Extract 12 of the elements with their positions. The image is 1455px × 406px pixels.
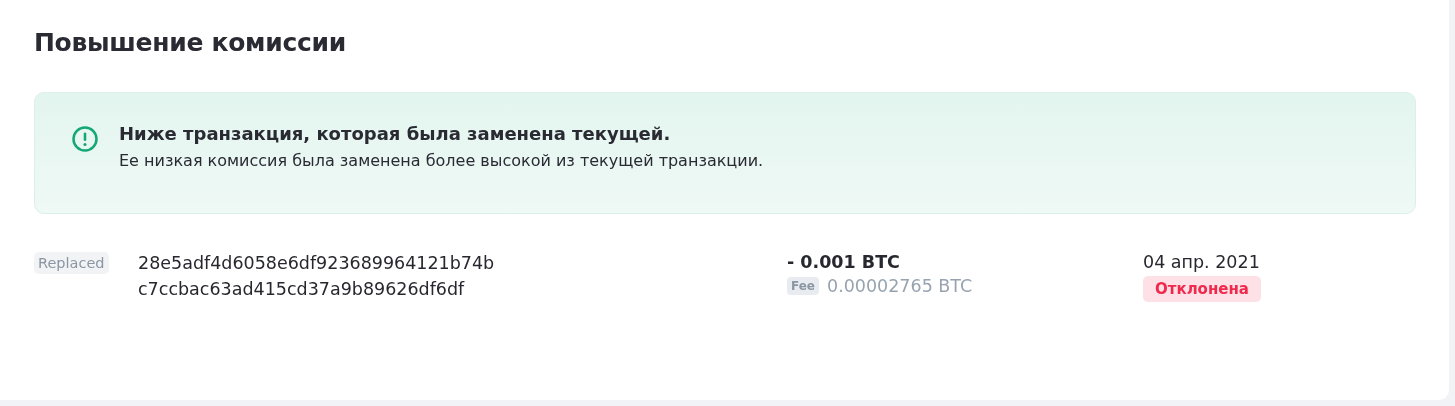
fee-amount: 0.00002765 BTC xyxy=(827,276,973,296)
fee-tag: Fee xyxy=(787,277,819,295)
banner-heading: Ниже транзакция, которая была заменена текущей. xyxy=(119,123,672,144)
replaced-tag: Replaced xyxy=(34,252,109,274)
status-tag: Отклонена xyxy=(1143,276,1261,302)
amount: - 0.001 BTC xyxy=(787,252,900,272)
transaction-hash: 28e5adf4d6058e6df923689964121b74b xyxy=(138,252,496,275)
transaction-hash: c7ccbac63ad415cd37a9b89626df6df xyxy=(138,278,466,301)
banner-text: Ее низкая комиссия была заменена более высокой из текущей транзакции. xyxy=(119,151,764,170)
transaction-date: 04 апр. 2021 xyxy=(1143,252,1260,272)
exclamation-circle-icon xyxy=(71,125,99,153)
page-title: Повышение комиссии xyxy=(34,28,347,57)
